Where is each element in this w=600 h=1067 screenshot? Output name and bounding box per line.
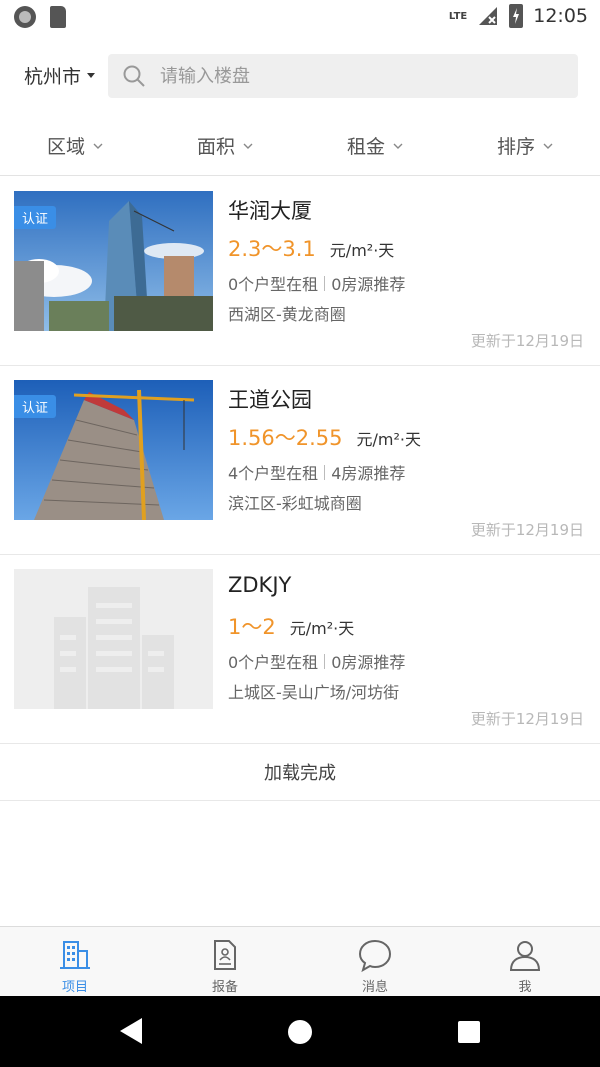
listing-updated: 更新于12月19日 — [470, 521, 584, 539]
listing-name: ZDKJY — [228, 573, 292, 597]
filter-label: 区域 — [46, 136, 85, 158]
top-bar: 杭州市 — [0, 50, 600, 102]
chevron-down-icon — [93, 143, 103, 149]
price-row: 1～2 元/m²·天 — [228, 611, 354, 641]
listing-counts: 0个户型在租 0房源推荐 — [228, 271, 405, 295]
listing-item[interactable]: ZDKJY 1～2 元/m²·天 0个户型在租 0房源推荐 上城区-吴山广场/河… — [0, 555, 600, 744]
listing-price: 2.3～3.1 — [228, 237, 316, 261]
search-icon — [123, 65, 145, 87]
status-bar: LTE 12:05 — [0, 0, 600, 36]
tab-label: 消息 — [361, 980, 388, 995]
chat-bubble-icon — [358, 939, 392, 973]
listing-photo: 认证 — [14, 191, 213, 331]
recommended-count: 0房源推荐 — [331, 275, 406, 294]
units-for-rent: 4个户型在租 — [228, 464, 319, 483]
listing-district: 滨江区-彩虹城商圈 — [228, 494, 362, 513]
status-time: 12:05 — [533, 5, 588, 27]
price-unit: 元/m²·天 — [289, 619, 355, 638]
listing-price: 1～2 — [228, 615, 276, 639]
building-icon — [60, 941, 90, 969]
filter-region[interactable]: 区域 — [0, 116, 150, 175]
city-selector[interactable]: 杭州市 — [24, 62, 96, 89]
listing-price: 1.56～2.55 — [228, 426, 343, 450]
listing-photo-placeholder — [14, 569, 213, 709]
search-box[interactable] — [108, 54, 578, 98]
listing-district: 西湖区-黄龙商圈 — [228, 305, 346, 324]
chevron-down-icon — [393, 143, 403, 149]
filter-rent[interactable]: 租金 — [300, 116, 450, 175]
load-complete-text: 加载完成 — [0, 744, 600, 801]
listing-counts: 4个户型在租 4房源推荐 — [228, 460, 405, 484]
price-unit: 元/m²·天 — [356, 430, 421, 449]
signal-icon — [479, 7, 498, 25]
tab-projects[interactable]: 项目 — [0, 927, 150, 996]
filter-label: 排序 — [496, 136, 535, 158]
tab-messages[interactable]: 消息 — [300, 927, 450, 996]
price-row: 2.3～3.1 元/m²·天 — [228, 233, 394, 263]
recommended-count: 4房源推荐 — [331, 464, 406, 483]
listing-counts: 0个户型在租 0房源推荐 — [228, 649, 405, 673]
listing-item[interactable]: 认证 华润大厦 2.3～3.1 元/m²·天 0个户型在租 0房源推荐 西湖区-… — [0, 177, 600, 366]
tab-label: 报备 — [211, 980, 238, 995]
filter-area[interactable]: 面积 — [150, 116, 300, 175]
person-icon — [509, 941, 541, 971]
home-icon[interactable] — [286, 1018, 314, 1046]
filter-sort[interactable]: 排序 — [450, 116, 600, 175]
network-type: LTE — [448, 10, 468, 22]
divider — [324, 464, 326, 480]
chevron-down-icon — [543, 143, 553, 149]
bottom-tab-bar: 项目 报备 消息 我 — [0, 926, 600, 996]
tab-me[interactable]: 我 — [450, 927, 600, 996]
tab-label: 项目 — [61, 980, 88, 995]
listing-item[interactable]: 认证 王道公园 1.56～2.55 元/m²·天 4个户型在租 4房源推荐 滨江… — [0, 366, 600, 555]
listing-updated: 更新于12月19日 — [470, 710, 584, 728]
recents-icon[interactable] — [457, 1020, 481, 1044]
document-icon — [214, 940, 236, 970]
units-for-rent: 0个户型在租 — [228, 275, 319, 294]
divider — [324, 653, 326, 669]
filter-bar: 区域 面积 租金 排序 — [0, 116, 600, 176]
back-icon[interactable] — [118, 1016, 144, 1046]
search-input[interactable] — [160, 65, 560, 87]
tab-label: 我 — [518, 980, 532, 995]
tab-report[interactable]: 报备 — [150, 927, 300, 996]
divider — [324, 275, 326, 291]
building-placeholder-icon — [14, 569, 213, 709]
units-for-rent: 0个户型在租 — [228, 653, 319, 672]
verified-badge: 认证 — [14, 206, 57, 229]
city-label: 杭州市 — [24, 66, 82, 88]
listing-name: 王道公园 — [228, 388, 312, 412]
chevron-down-icon — [243, 143, 253, 149]
listing-photo: 认证 — [14, 380, 213, 520]
listing-updated: 更新于12月19日 — [470, 332, 584, 350]
price-unit: 元/m²·天 — [329, 241, 395, 260]
listing-name: 华润大厦 — [228, 199, 312, 223]
filter-label: 面积 — [196, 136, 235, 158]
listing-district: 上城区-吴山广场/河坊街 — [228, 683, 400, 702]
caret-down-icon — [87, 73, 96, 78]
price-row: 1.56～2.55 元/m²·天 — [228, 422, 421, 452]
battery-icon — [509, 4, 524, 28]
recommended-count: 0房源推荐 — [331, 653, 406, 672]
system-nav-bar — [0, 996, 600, 1067]
verified-badge: 认证 — [14, 395, 57, 418]
filter-label: 租金 — [346, 136, 385, 158]
notification-circle-icon — [14, 6, 36, 28]
sd-card-icon — [50, 6, 66, 28]
